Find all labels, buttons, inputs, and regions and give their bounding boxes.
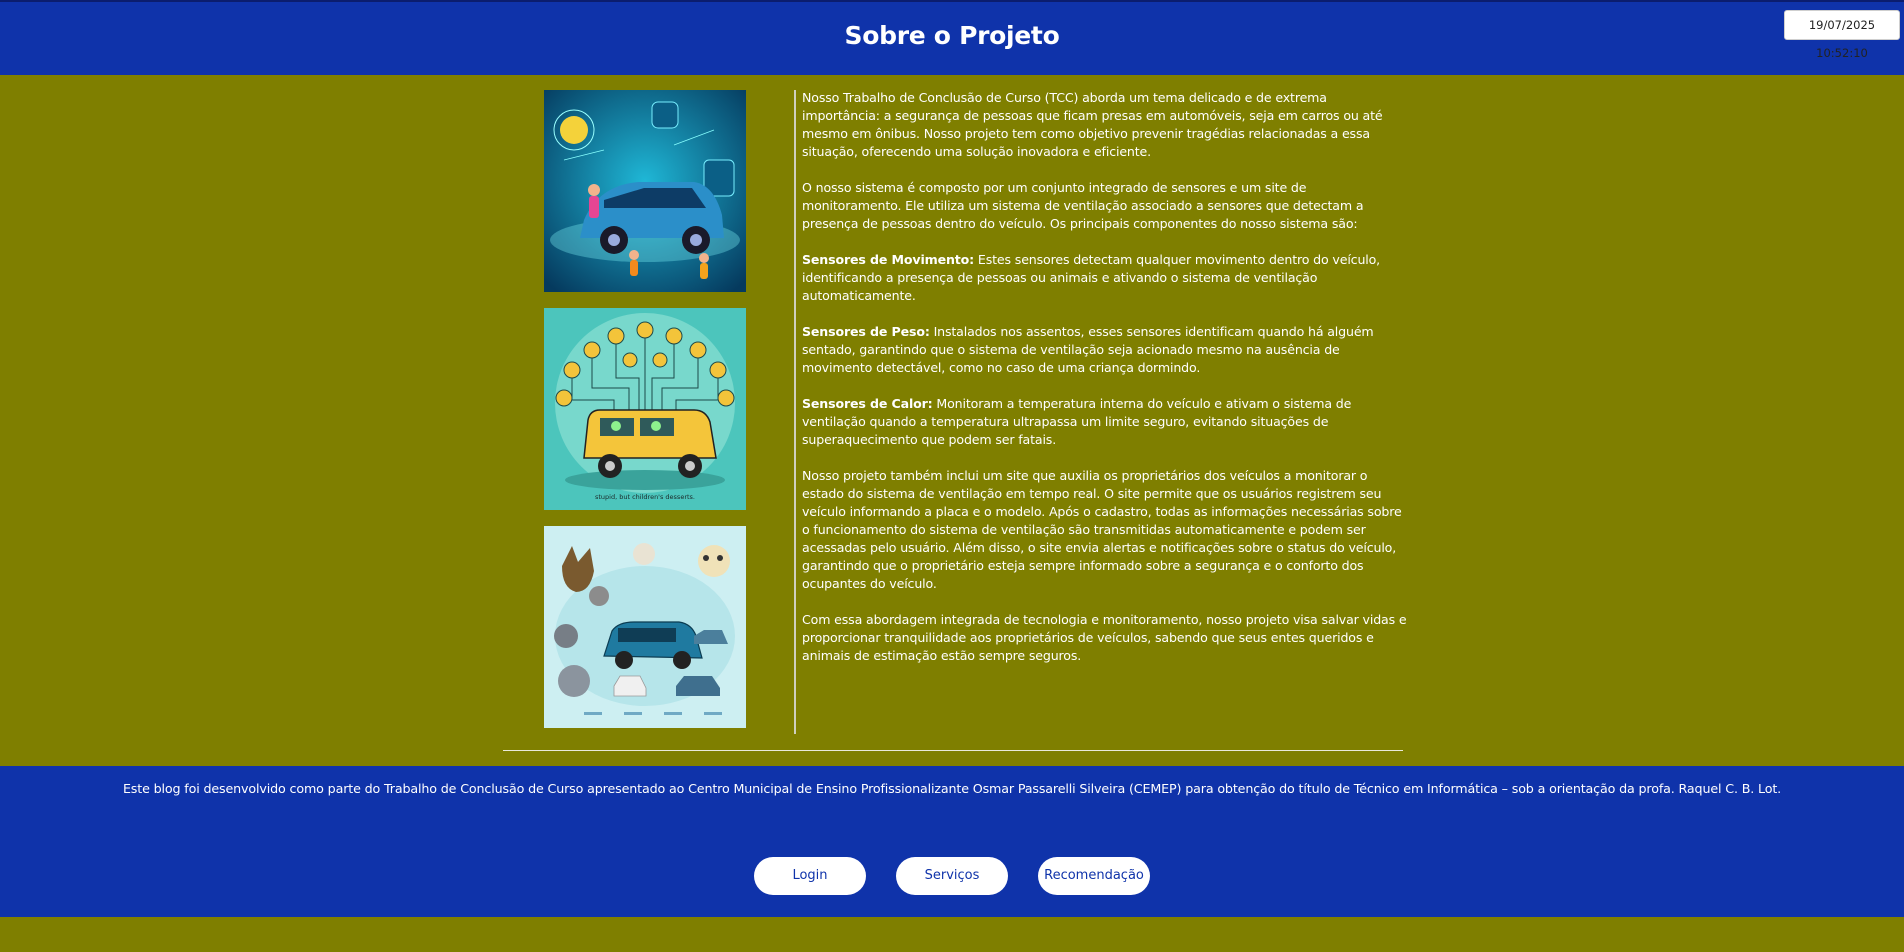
horizontal-divider [503, 750, 1403, 751]
footer-credits: Este blog foi desenvolvido como parte do… [122, 781, 1782, 796]
system-paragraph: O nosso sistema é composto por um conjun… [802, 180, 1364, 231]
intro-paragraph: Nosso Trabalho de Conclusão de Curso (TC… [802, 90, 1383, 159]
image-gallery: stupid, but children's desserts. [544, 90, 746, 744]
component-movement: Sensores de Movimento: Estes sensores de… [802, 251, 1407, 305]
component-title: Sensores de Calor: [802, 396, 933, 411]
login-button[interactable]: Login [754, 857, 866, 895]
van-sensors-illustration [544, 90, 746, 292]
pets-vehicles-illustration [544, 526, 746, 728]
component-heat: Sensores de Calor: Monitoram a temperatu… [802, 395, 1407, 449]
page-footer: Este blog foi desenvolvido como parte do… [0, 766, 1904, 917]
page-header: Sobre o Projeto 19/07/2025 10:52:10 [0, 2, 1904, 75]
services-button[interactable]: Serviços [896, 857, 1008, 895]
footer-nav: Login Serviços Recomendação [0, 857, 1904, 895]
datetime-display: 19/07/2025 10:52:10 [1784, 10, 1900, 60]
yellow-van-illustration: stupid, but children's desserts. [544, 308, 746, 510]
illustration-caption: stupid, but children's desserts. [595, 493, 695, 501]
vertical-divider [794, 90, 796, 734]
component-title: Sensores de Peso: [802, 324, 930, 339]
conclusion-paragraph: Com essa abordagem integrada de tecnolog… [802, 612, 1407, 663]
component-title: Sensores de Movimento: [802, 252, 975, 267]
project-description: Nosso Trabalho de Conclusão de Curso (TC… [802, 89, 1407, 683]
recommendation-button[interactable]: Recomendação [1038, 857, 1150, 895]
website-paragraph: Nosso projeto também inclui um site que … [802, 468, 1402, 591]
page-title: Sobre o Projeto [844, 21, 1060, 50]
component-weight: Sensores de Peso: Instalados nos assento… [802, 323, 1407, 377]
